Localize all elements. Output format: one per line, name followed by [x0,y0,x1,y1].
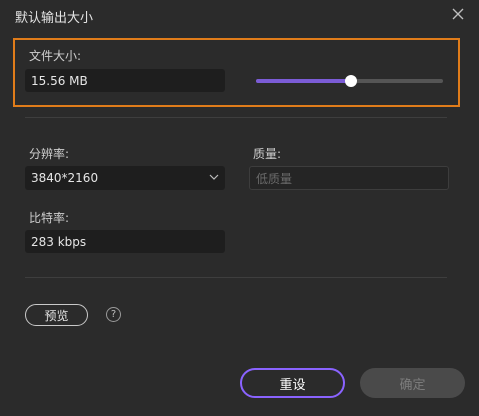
dialog-title: 默认输出大小 [15,11,94,26]
default-output-size-dialog: 默认输出大小 文件大小: 15.56 MB 分辨率: 3840*2160 质量:… [0,0,479,416]
slider-fill [256,79,352,83]
quality-field: 低质量 [249,166,449,190]
bitrate-field[interactable]: 283 kbps [25,230,225,253]
file-size-label: 文件大小: [29,49,82,63]
divider-bottom [25,277,447,278]
question-mark-icon[interactable]: ? [106,307,121,322]
file-size-field[interactable]: 15.56 MB [25,69,225,92]
resolution-value: 3840*2160 [31,171,99,185]
close-icon[interactable] [449,5,467,23]
preview-button[interactable]: 预览 [25,304,88,326]
resolution-select[interactable]: 3840*2160 [25,166,225,190]
confirm-button: 确定 [360,368,465,398]
bitrate-label: 比特率: [29,211,70,225]
file-size-slider[interactable] [256,75,443,87]
divider-top [25,117,447,118]
quality-label: 质量: [253,147,282,161]
resolution-label: 分辨率: [29,147,70,161]
chevron-down-icon [209,174,219,180]
reset-button[interactable]: 重设 [240,368,345,398]
